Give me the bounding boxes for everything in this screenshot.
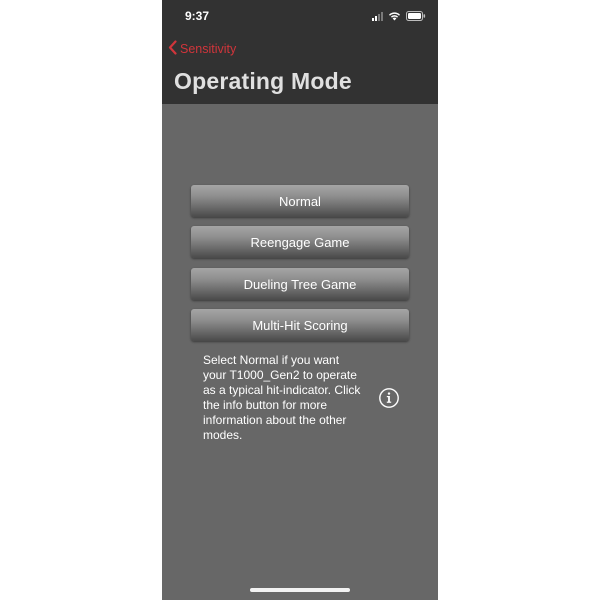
navigation-header: 9:37 Sensitivity Operating Mode: [162, 0, 438, 104]
page-title: Operating Mode: [174, 68, 352, 94]
mode-description: Select Normal if you want your T1000_Gen…: [203, 353, 361, 442]
info-circle-icon: [379, 388, 399, 408]
phone-screen: 9:37 Sensitivity Operating Mode Normal R…: [162, 0, 438, 600]
dueling-tree-game-button[interactable]: Dueling Tree Game: [191, 268, 409, 300]
info-button[interactable]: [378, 387, 400, 409]
battery-icon: [406, 11, 426, 21]
status-time: 9:37: [185, 9, 210, 23]
cellular-signal-icon: [372, 12, 383, 21]
status-bar: 9:37: [162, 0, 438, 32]
normal-mode-button[interactable]: Normal: [191, 185, 409, 217]
multi-hit-scoring-button[interactable]: Multi-Hit Scoring: [191, 309, 409, 341]
reengage-game-button[interactable]: Reengage Game: [191, 226, 409, 258]
status-icons: [372, 11, 426, 21]
home-indicator[interactable]: [250, 588, 350, 592]
chevron-left-icon: [168, 40, 180, 58]
back-button-label: Sensitivity: [180, 42, 237, 56]
back-button[interactable]: Sensitivity: [168, 40, 236, 58]
wifi-icon: [388, 11, 401, 21]
